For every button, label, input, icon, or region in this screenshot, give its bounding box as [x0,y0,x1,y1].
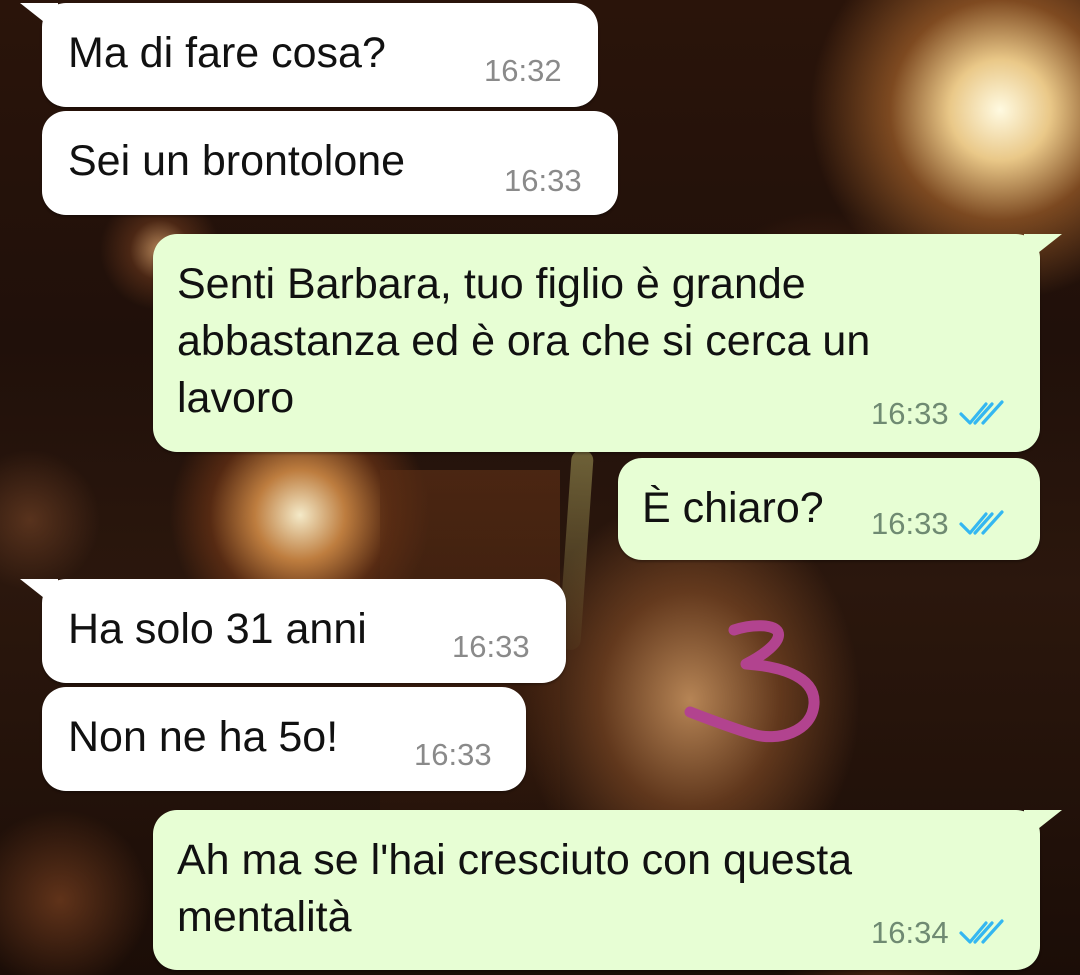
message-time: 16:33 [414,737,492,772]
message-incoming[interactable]: Ma di fare cosa? 16:32 [20,3,598,107]
double-check-icon [958,919,1004,944]
message-text-line: Ah ma se l'hai cresciuto con questa [177,836,853,884]
message-time: 16:34 [871,915,949,950]
message-meta: 16:34 [871,915,1005,951]
message-outgoing[interactable]: Ah ma se l'hai cresciuto con questa ment… [153,810,1062,970]
message-text-line: abbastanza ed è ora che si cerca un [177,317,871,365]
message-text: È chiaro? [642,484,824,532]
message-incoming[interactable]: Ha solo 31 anni 16:33 [20,579,566,683]
message-text-line: mentalità [177,893,352,941]
bubble-tail [1024,234,1062,264]
message-time: 16:33 [452,629,530,664]
message-outgoing[interactable]: Senti Barbara, tuo figlio è grande abbas… [153,234,1062,452]
double-check-icon [958,400,1004,425]
bubble-tail [1024,810,1062,840]
message-text: Ha solo 31 anni [68,605,367,653]
message-time: 16:33 [871,506,949,541]
message-incoming[interactable]: Non ne ha 5o! 16:33 [42,687,526,791]
message-time: 16:33 [504,163,582,198]
message-time: 16:32 [484,53,562,88]
message-text-line: Senti Barbara, tuo figlio è grande [177,260,806,308]
message-time: 16:33 [871,396,949,431]
message-incoming[interactable]: Sei un brontolone 16:33 [42,111,618,215]
bubble-tail [20,3,58,33]
message-text: Non ne ha 5o! [68,713,339,761]
double-check-icon [958,510,1004,535]
bubble-tail [20,579,58,609]
message-meta: 16:33 [871,396,1005,432]
message-meta: 16:33 [871,506,1005,542]
message-text: Sei un brontolone [68,137,406,185]
message-outgoing[interactable]: È chiaro? 16:33 [618,458,1040,560]
message-text: Ma di fare cosa? [68,29,386,77]
handwritten-number-annotation [684,620,820,743]
message-text-line: lavoro [177,374,295,422]
